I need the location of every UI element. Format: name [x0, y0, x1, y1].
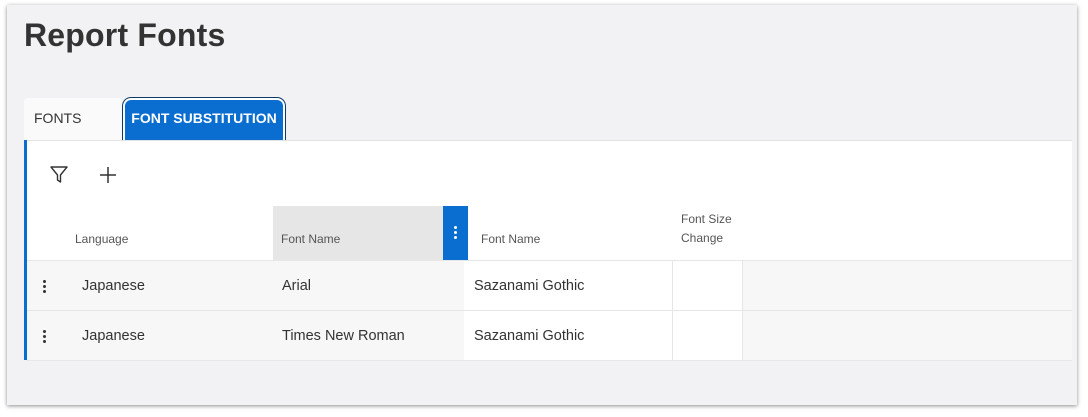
column-header-font-name[interactable]: Font Name: [273, 206, 443, 260]
cell-size-change[interactable]: [673, 311, 743, 360]
page-title: Report Fonts: [24, 17, 226, 53]
cell-font-name[interactable]: Times New Roman: [272, 311, 472, 360]
filter-button[interactable]: [48, 164, 72, 188]
filter-icon: [50, 166, 68, 183]
column-header-language[interactable]: Language: [67, 206, 273, 260]
column-header-font-size-change[interactable]: Font Size Change: [673, 206, 743, 260]
plus-icon: [100, 167, 116, 183]
column-label: Font Name: [481, 232, 541, 246]
column-label: Font Size Change: [681, 212, 732, 245]
column-label: Language: [75, 232, 129, 246]
column-menu-handle[interactable]: [443, 206, 468, 260]
cell-language[interactable]: Japanese: [72, 311, 272, 360]
font-substitution-panel: Language Font Name Font Name Font Size C…: [24, 140, 1072, 361]
cell-substitute-font[interactable]: Sazanami Gothic: [464, 311, 673, 360]
column-label: Font Name: [281, 232, 341, 246]
table-header: Language Font Name Font Name Font Size C…: [27, 206, 1072, 261]
app-frame: Report Fonts FONTS FONT SUBSTITUTION Lan…: [7, 5, 1077, 405]
add-button[interactable]: [97, 164, 121, 188]
cell-language[interactable]: Japanese: [72, 261, 272, 310]
cell-font-name[interactable]: Arial: [272, 261, 472, 310]
table-row[interactable]: Japanese Arial Sazanami Gothic: [27, 261, 1072, 311]
tab-fonts[interactable]: FONTS: [24, 98, 122, 140]
row-menu-button[interactable]: [37, 277, 53, 295]
tab-font-substitution[interactable]: FONT SUBSTITUTION: [125, 100, 283, 141]
cell-size-change[interactable]: [673, 261, 743, 310]
cell-substitute-font[interactable]: Sazanami Gothic: [464, 261, 673, 310]
table-row[interactable]: Japanese Times New Roman Sazanami Gothic: [27, 311, 1072, 361]
column-header-substitute-font-name[interactable]: Font Name: [473, 206, 673, 260]
divider: [27, 140, 1072, 141]
row-menu-button[interactable]: [37, 327, 53, 345]
